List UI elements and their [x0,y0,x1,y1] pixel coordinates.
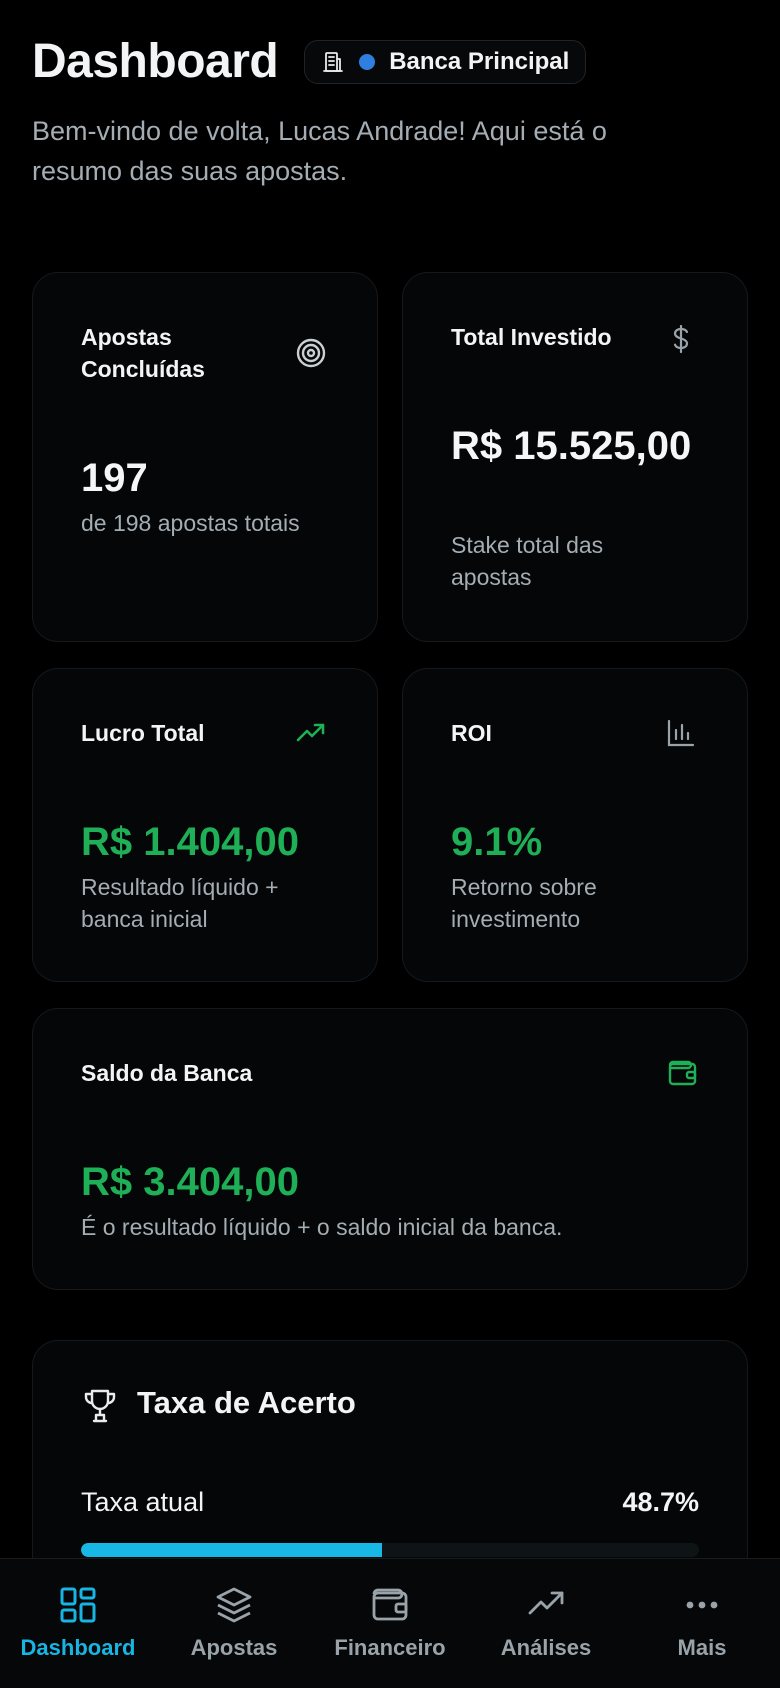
bank-status-dot [359,53,376,70]
wallet-icon [372,1588,408,1621]
card-label: Lucro Total [81,720,205,746]
card-label: ROI [451,720,492,746]
card-total-investido: Total Investido R$ 15.525,00 Stake total… [402,272,748,642]
card-apostas-concluidas: Apostas Concluídas 197 de 198 apostas to… [32,272,378,642]
nav-item-apostas[interactable]: Apostas [156,1559,312,1688]
card-lucro-total: Lucro Total R$ 1.404,00 Resultado líquid… [32,668,378,982]
nav-item-analises[interactable]: Análises [468,1559,624,1688]
card-saldo-banca: Saldo da Banca R$ 3.404,00 É o resultado… [32,1008,748,1290]
more-icon [686,1601,718,1609]
bottom-nav: Dashboard Apostas Financeiro Análises Ma… [0,1558,780,1688]
target-icon [296,338,326,368]
card-label: Total Investido [451,324,612,350]
bar-chart-icon [667,719,695,747]
card-desc: Retorno sobre investimento [451,874,597,932]
card-value: R$ 1.404,00 [81,820,299,864]
page-title: Dashboard [32,35,279,88]
bank-selector[interactable]: Banca Principal [304,39,587,84]
rate-value: 48.7% [622,1487,699,1517]
card-label: Apostas Concluídas [81,324,205,382]
card-roi: ROI 9.1% Retorno sobre investimento [402,668,748,982]
hit-rate-progress-fill [81,1543,382,1557]
nav-item-mais[interactable]: Mais [624,1559,780,1688]
nav-item-dashboard[interactable]: Dashboard [0,1559,156,1688]
bank-name: Banca Principal [389,47,570,75]
nav-label: Mais [677,1635,727,1660]
nav-item-financeiro[interactable]: Financeiro [312,1559,468,1688]
card-desc: Resultado líquido + banca inicial [81,874,279,932]
card-value: R$ 3.404,00 [81,1160,299,1204]
rate-label: Taxa atual [81,1487,205,1517]
trophy-icon [84,1389,116,1423]
page-header: Dashboard Banca Principal Bem-vindo de v… [32,34,748,191]
card-desc: de 198 apostas totais [81,510,300,536]
nav-label: Financeiro [334,1635,446,1660]
card-label: Saldo da Banca [81,1060,253,1086]
card-desc: É o resultado líquido + o saldo inicial … [81,1214,563,1240]
card-value: 197 [81,456,148,500]
trending-up-icon [296,723,325,742]
section-title: Taxa de Acerto [137,1385,356,1420]
hit-rate-progress-track [81,1543,699,1557]
card-desc: Stake total das apostas [451,532,604,590]
card-value: 9.1% [451,820,543,864]
trending-up-icon [528,1591,564,1615]
building-icon [323,51,344,72]
welcome-subtitle: Bem-vindo de volta, Lucas Andrade! Aqui … [32,116,607,186]
wallet-icon [668,1060,697,1086]
layers-icon [216,1587,252,1623]
dollar-icon [673,324,689,354]
nav-label: Dashboard [20,1635,136,1660]
dashboard-icon [60,1587,96,1623]
nav-label: Apostas [190,1635,278,1660]
card-value: R$ 15.525,00 [451,424,692,468]
nav-label: Análises [500,1635,592,1660]
